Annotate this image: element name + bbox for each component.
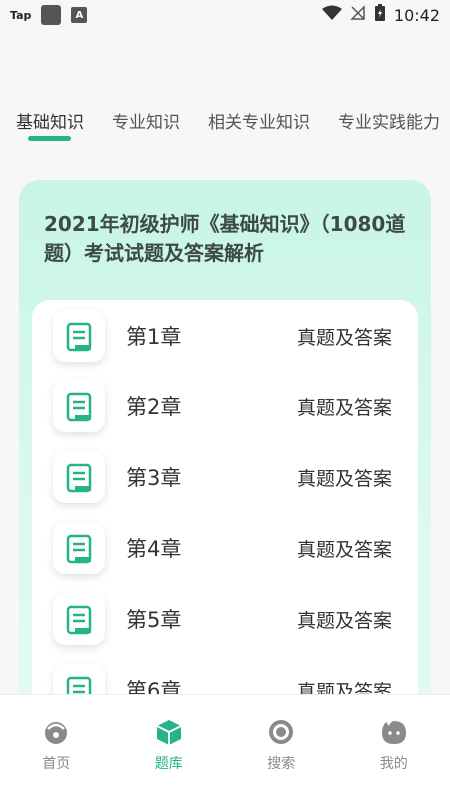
- cube-icon: [154, 717, 184, 747]
- nav-home[interactable]: 首页: [0, 695, 113, 800]
- tab-practice-ability[interactable]: 专业实践能力: [324, 108, 450, 133]
- nav-profile-label: 我的: [379, 756, 408, 772]
- document-icon: [53, 310, 105, 362]
- chapter-row[interactable]: 第4章 真题及答案: [32, 513, 418, 583]
- no-signal-icon: [350, 5, 366, 25]
- category-tabs: 基础知识 专业知识 相关专业知识 专业实践能力: [0, 100, 450, 140]
- chapter-row[interactable]: 第2章 真题及答案: [32, 371, 418, 441]
- nav-search-label: 搜索: [267, 756, 296, 772]
- bottom-nav: 首页 题库 搜索 我的: [0, 694, 450, 800]
- nav-profile[interactable]: 我的: [338, 695, 450, 800]
- status-app-label: Tap: [10, 8, 32, 22]
- chapter-row[interactable]: 第5章 真题及答案: [32, 584, 418, 654]
- tab-basic-knowledge[interactable]: 基础知识: [0, 108, 98, 133]
- status-bar: Tap A 10:42: [0, 0, 450, 30]
- tab-related-knowledge[interactable]: 相关专业知识: [194, 108, 324, 133]
- battery-icon: [374, 4, 386, 26]
- status-time: 10:42: [393, 5, 440, 25]
- chapter-action[interactable]: 真题及答案: [297, 535, 392, 562]
- chapter-name: 第4章: [126, 537, 182, 561]
- document-icon: [53, 451, 105, 503]
- notification-square-icon: [41, 5, 62, 25]
- profile-icon: [379, 717, 409, 747]
- nav-search[interactable]: 搜索: [225, 695, 338, 800]
- chapter-name: 第3章: [126, 466, 182, 490]
- tab-professional-knowledge[interactable]: 专业知识: [98, 108, 194, 133]
- nav-question-bank[interactable]: 题库: [113, 695, 226, 800]
- wifi-icon: [321, 5, 342, 25]
- chapter-name: 第1章: [126, 325, 182, 349]
- search-icon: [266, 717, 296, 747]
- chapter-name: 第2章: [126, 395, 182, 419]
- document-icon: [53, 593, 105, 645]
- home-icon: [41, 717, 71, 747]
- chapter-action[interactable]: 真题及答案: [297, 393, 392, 420]
- nav-question-bank-label: 题库: [154, 756, 183, 772]
- chapter-row[interactable]: 第3章 真题及答案: [32, 442, 418, 512]
- exam-title: 2021年初级护师《基础知识》（1080道题）考试试题及答案解析: [44, 212, 406, 265]
- notification-a-icon: A: [71, 7, 88, 23]
- chapter-row[interactable]: 第1章 真题及答案: [32, 301, 418, 371]
- nav-home-label: 首页: [42, 756, 71, 772]
- document-icon: [53, 522, 105, 574]
- active-tab-indicator: [28, 136, 71, 141]
- document-icon: [53, 380, 105, 432]
- chapter-action[interactable]: 真题及答案: [297, 464, 392, 491]
- chapter-action[interactable]: 真题及答案: [297, 323, 392, 350]
- chapter-action[interactable]: 真题及答案: [297, 606, 392, 633]
- chapter-name: 第5章: [126, 608, 182, 632]
